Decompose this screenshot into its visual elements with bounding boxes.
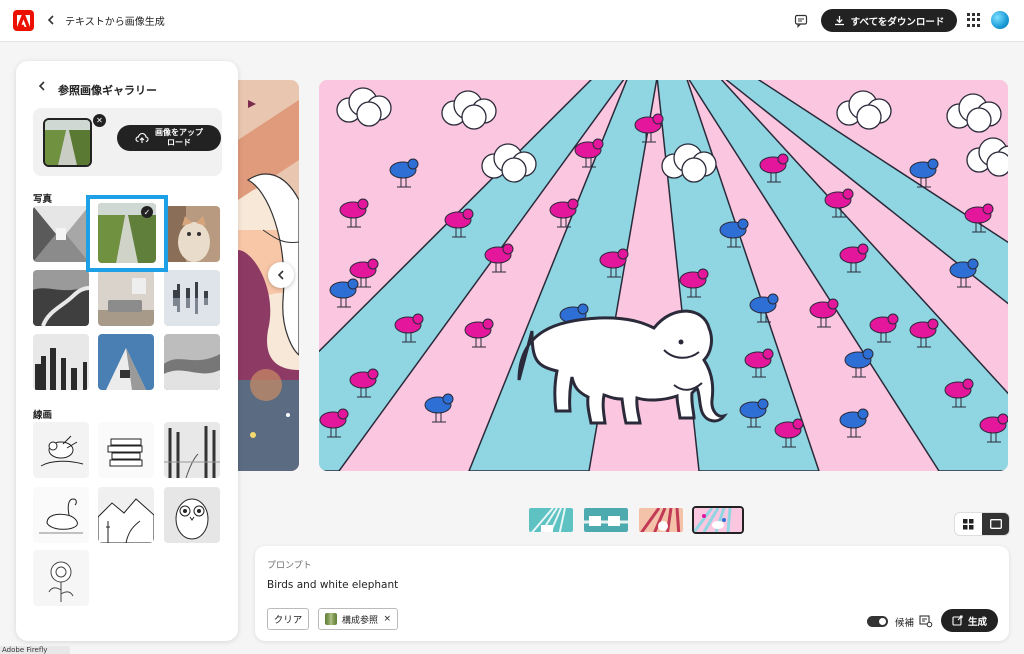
generate-button[interactable]: 生成 xyxy=(941,609,998,632)
download-all-button[interactable]: すべてをダウンロード xyxy=(821,9,957,32)
remove-reference-icon[interactable]: ✕ xyxy=(93,114,106,127)
result-thumbnail-3[interactable] xyxy=(637,506,685,534)
app-title: テキストから画像生成 xyxy=(65,17,165,28)
prompt-input[interactable]: Birds and white elephant xyxy=(267,579,398,591)
apps-grid-icon[interactable] xyxy=(967,13,981,27)
gallery-selection-highlight xyxy=(86,195,168,272)
gallery-lineart-desert[interactable] xyxy=(98,487,154,543)
result-thumbnail-1[interactable] xyxy=(527,506,575,534)
gallery-lineart-rose[interactable] xyxy=(33,550,89,606)
view-mode-toggle xyxy=(954,512,1010,536)
download-all-label: すべてをダウンロード xyxy=(850,16,945,28)
result-thumbnail-4[interactable] xyxy=(692,506,744,534)
generated-image[interactable] xyxy=(319,80,1008,471)
feedback-icon[interactable] xyxy=(792,12,810,30)
gallery-lineart-bird[interactable] xyxy=(33,422,89,478)
gallery-photo-architecture[interactable] xyxy=(98,334,154,390)
gallery-photo-living-room[interactable] xyxy=(98,270,154,326)
generate-label: 生成 xyxy=(967,616,987,628)
upload-label: 画像をアップ ロード xyxy=(155,128,203,147)
avatar[interactable] xyxy=(991,11,1009,29)
result-thumbnail-2[interactable] xyxy=(582,506,630,534)
composition-reference-chip[interactable]: 構成参照 × xyxy=(318,608,398,630)
top-bar: テキストから画像生成 すべてをダウンロード xyxy=(0,0,1024,42)
gallery-photo-dunes[interactable] xyxy=(164,334,220,390)
cloud-upload-icon xyxy=(135,132,149,143)
chip-remove-icon[interactable]: × xyxy=(383,614,391,624)
footer-app-name: Adobe Firefly xyxy=(0,646,70,654)
gallery-lineart-owl[interactable] xyxy=(164,487,220,543)
result-thumbnails xyxy=(527,506,744,534)
single-view-icon[interactable] xyxy=(982,513,1009,535)
gallery-lineart-forest[interactable] xyxy=(164,422,220,478)
candidate-settings-icon[interactable] xyxy=(919,614,933,628)
back-chevron-icon[interactable] xyxy=(44,12,58,28)
adobe-logo[interactable] xyxy=(13,10,34,31)
section-label-lineart: 線画 xyxy=(33,410,53,421)
download-icon xyxy=(834,16,844,26)
reference-thumbnail[interactable] xyxy=(43,118,92,167)
clear-button[interactable]: クリア xyxy=(267,608,309,630)
generate-icon xyxy=(952,615,963,626)
candidate-toggle[interactable] xyxy=(867,616,888,627)
gallery-lineart-books[interactable] xyxy=(98,422,154,478)
section-label-photo: 写真 xyxy=(33,194,53,205)
gallery-photo-river[interactable] xyxy=(33,270,89,326)
chip-thumbnail xyxy=(325,613,337,625)
current-reference: ✕ 画像をアップ ロード xyxy=(33,108,222,176)
gallery-photo-cat[interactable] xyxy=(164,206,220,262)
candidate-label: 候補 xyxy=(895,618,915,629)
prompt-label: プロンプト xyxy=(267,561,312,571)
gallery-photo-city-bw[interactable] xyxy=(33,334,89,390)
prompt-panel: プロンプト Birds and white elephant クリア 構成参照 … xyxy=(255,546,1009,641)
gallery-photo-skyline-reflection[interactable] xyxy=(164,270,220,326)
reference-gallery-panel: 参照画像ギャラリー ✕ 画像をアップ ロード 写真 ✓ 線画 xyxy=(16,61,238,641)
upload-image-button[interactable]: 画像をアップ ロード xyxy=(117,125,221,151)
gallery-lineart-swan[interactable] xyxy=(33,487,89,543)
gallery-title: 参照画像ギャラリー xyxy=(58,84,157,97)
previous-image-button[interactable] xyxy=(268,262,294,288)
gallery-photo-corridor[interactable] xyxy=(33,206,89,262)
gallery-back-chevron-icon[interactable] xyxy=(38,81,46,94)
chip-label: 構成参照 xyxy=(342,615,379,626)
grid-view-icon[interactable] xyxy=(955,513,982,535)
